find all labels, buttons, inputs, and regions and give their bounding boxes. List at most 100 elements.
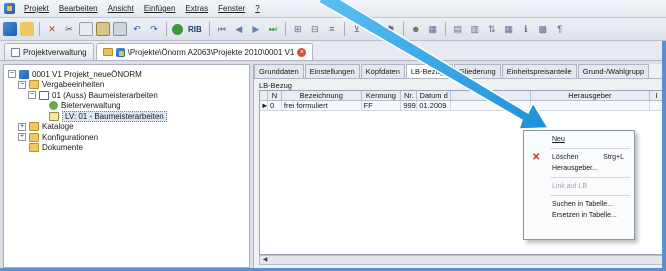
collapse-icon[interactable]: − xyxy=(8,70,16,79)
undo-icon[interactable]: ↶ xyxy=(130,22,144,36)
tab-lb-bezuege[interactable]: LB-Bezüge xyxy=(405,64,453,78)
filter-icon[interactable]: ⊻ xyxy=(350,22,364,36)
last-icon[interactable]: ⏭ xyxy=(266,22,280,36)
calc-icon[interactable]: ▦ xyxy=(426,22,440,36)
menu-item-loeschen[interactable]: ✕ Löschen Strg+L xyxy=(524,152,634,163)
info-icon[interactable]: ℹ xyxy=(519,22,533,36)
close-icon[interactable]: × xyxy=(297,47,307,57)
toolbar-separator xyxy=(208,22,210,36)
tab-grunddaten[interactable]: Grunddaten xyxy=(254,64,304,78)
first-icon[interactable]: ⏮ xyxy=(215,22,229,36)
menu-item-ersetzen[interactable]: Ersetzen in Tabelle... xyxy=(524,210,634,221)
tree-item-label: Kataloge xyxy=(42,122,74,132)
menu-extras[interactable]: Extras xyxy=(180,4,213,13)
tab-label: \Projekte\Önorm A2063\Projekte 2010\0001… xyxy=(127,47,295,57)
lv-icon xyxy=(49,111,59,121)
more-icon[interactable]: ¶ xyxy=(553,22,567,36)
tab-kopfdaten[interactable]: Kopfdaten xyxy=(360,64,405,78)
table-cell[interactable]: 0 xyxy=(267,101,282,111)
copy-icon[interactable] xyxy=(79,22,93,36)
toolbar-separator xyxy=(39,22,40,36)
tab-gliederung[interactable]: Gliederung xyxy=(453,64,501,78)
tree-icon[interactable]: ⊞ xyxy=(291,22,305,36)
tree-item-label: Konfigurationen xyxy=(42,132,99,142)
menu-separator xyxy=(550,148,630,149)
column-header[interactable]: Funk xyxy=(451,91,531,101)
next-icon[interactable]: ▶ xyxy=(249,22,263,36)
paste-icon[interactable] xyxy=(96,22,110,36)
tab-einstellungen[interactable]: Einstellungen xyxy=(304,64,360,78)
menu-help[interactable]: ? xyxy=(250,4,264,13)
redo-icon[interactable]: ↷ xyxy=(147,22,161,36)
open-icon[interactable] xyxy=(20,22,34,36)
menu-ansicht[interactable]: Ansicht xyxy=(103,4,139,13)
check-icon[interactable]: ✓ xyxy=(367,22,381,36)
delete-icon: ✕ xyxy=(532,152,541,163)
table-cell[interactable]: frei formuliert xyxy=(281,101,362,111)
column-header[interactable]: Datum d xyxy=(417,91,452,101)
tree-item[interactable]: − 01 (Auss) Baumeisterarbeiten xyxy=(8,90,245,101)
menu-projekt[interactable]: Projekt xyxy=(19,4,54,13)
table-cell[interactable]: 01.2009 xyxy=(417,101,452,111)
menu-fenster[interactable]: Fenster xyxy=(213,4,250,13)
expand-icon[interactable]: + xyxy=(18,122,26,131)
collapse-icon[interactable]: − xyxy=(28,91,36,100)
tree-item[interactable]: − 0001 V1 Projekt_neueÖNORM xyxy=(8,69,245,80)
menu-item-suchen[interactable]: Suchen in Tabelle... xyxy=(524,199,634,210)
menu-item-neu[interactable]: Neu xyxy=(524,134,634,145)
toolbar-separator xyxy=(343,22,345,36)
table-row[interactable]: ► 0 frei formuliert FF 999 01.2009 xyxy=(260,101,664,111)
column-icon[interactable]: ▥ xyxy=(468,22,482,36)
window-frame-right xyxy=(662,41,666,271)
print-icon[interactable] xyxy=(113,22,127,36)
column-header[interactable]: N xyxy=(267,91,282,101)
column-header[interactable]: Kennung xyxy=(361,91,402,101)
tree-item[interactable]: Bieterverwaltung xyxy=(8,101,245,112)
table-cell[interactable] xyxy=(451,101,531,111)
folder-icon xyxy=(29,143,39,153)
level-icon[interactable]: ≡ xyxy=(325,22,339,36)
rib-logo-icon[interactable] xyxy=(172,23,183,35)
person-icon[interactable]: ☻ xyxy=(409,22,423,36)
horizontal-scrollbar[interactable]: ◀ xyxy=(259,255,665,265)
mark-icon[interactable]: ⚑ xyxy=(384,22,398,36)
sort-icon[interactable]: ⇅ xyxy=(485,22,499,36)
toolbar-separator xyxy=(166,22,167,36)
table-cell[interactable]: FF xyxy=(361,101,402,111)
table-cell[interactable]: 999 xyxy=(401,101,418,111)
collapse-icon[interactable]: − xyxy=(18,80,26,89)
project-icon xyxy=(115,47,125,57)
folder-icon xyxy=(29,122,39,132)
menu-einfuegen[interactable]: Einfügen xyxy=(139,4,181,13)
scroll-left-icon[interactable]: ◀ xyxy=(261,257,269,264)
tree-item[interactable]: + Konfigurationen xyxy=(8,132,245,143)
structure-icon[interactable]: ⊟ xyxy=(308,22,322,36)
tree-item[interactable]: − Vergabeeinheiten xyxy=(8,80,245,91)
menu-item-label: Suchen in Tabelle... xyxy=(552,201,613,208)
menu-item-herausgeber[interactable]: Herausgeber... xyxy=(524,163,634,174)
toolbar-separator xyxy=(444,22,446,36)
project-icon[interactable] xyxy=(3,22,17,36)
table-icon[interactable]: ▩ xyxy=(536,22,550,36)
tree-item-selected[interactable]: LV: 01 - Baumeisterarbeiten xyxy=(8,110,245,122)
grid-icon[interactable]: ▦ xyxy=(502,22,516,36)
delete-icon[interactable]: ✕ xyxy=(45,22,59,36)
expand-icon[interactable]: + xyxy=(18,133,26,142)
tree-item-label: 01 (Auss) Baumeisterarbeiten xyxy=(52,90,158,100)
previous-icon[interactable]: ◀ xyxy=(232,22,246,36)
table-cell[interactable] xyxy=(530,101,651,111)
column-header[interactable]: Herausgeber xyxy=(530,91,651,101)
column-header[interactable]: Nr. xyxy=(401,91,418,101)
cut-icon[interactable]: ✂ xyxy=(62,22,76,36)
tab-einheitspreisanteile[interactable]: Einheitspreisanteile xyxy=(501,64,577,78)
tree-item-label: Vergabeeinheiten xyxy=(42,80,105,90)
tree-item[interactable]: + Kataloge xyxy=(8,122,245,133)
format-icon[interactable]: ▤ xyxy=(451,22,465,36)
tree-item[interactable]: Dokumente xyxy=(8,143,245,154)
tab-project-path[interactable]: \Projekte\Önorm A2063\Projekte 2010\0001… xyxy=(95,43,314,60)
column-header[interactable]: Bezeichnung xyxy=(281,91,362,101)
tab-grund-wahlgruppen[interactable]: Grund-/Wahlgrupp xyxy=(577,64,650,78)
tab-projektverwaltung[interactable]: Projektverwaltung xyxy=(4,43,94,60)
menu-bearbeiten[interactable]: Bearbeiten xyxy=(54,4,103,13)
project-tree: − 0001 V1 Projekt_neueÖNORM − Vergabeein… xyxy=(3,64,250,268)
